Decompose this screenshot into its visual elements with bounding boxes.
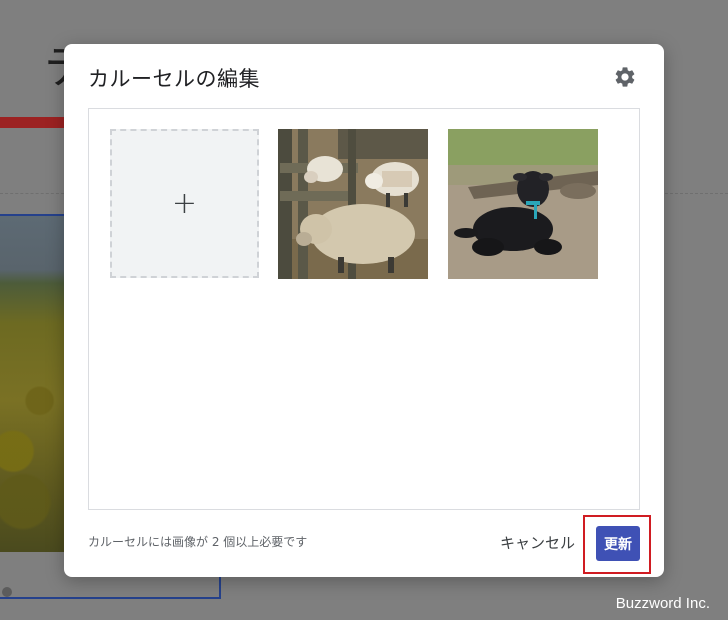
background-carousel-dot bbox=[2, 587, 12, 597]
carousel-image-black-lamb[interactable] bbox=[448, 129, 598, 279]
background-divider bbox=[0, 193, 64, 194]
plus-icon: + bbox=[171, 185, 198, 221]
dialog-title: カルーセルの編集 bbox=[88, 67, 260, 91]
gear-icon bbox=[615, 67, 635, 87]
update-button[interactable]: 更新 bbox=[596, 526, 640, 561]
add-image-button[interactable]: + bbox=[110, 129, 259, 278]
carousel-image-list: + bbox=[88, 108, 640, 510]
background-accent-bar bbox=[0, 117, 70, 128]
settings-button[interactable] bbox=[612, 64, 638, 90]
black-lamb-photo bbox=[448, 129, 598, 279]
edit-carousel-dialog: カルーセルの編集 + カルーセルには画像が 2 個以上必要です キャンセル 更新 bbox=[64, 44, 664, 577]
watermark: Buzzword Inc. bbox=[615, 595, 710, 612]
sheep-photo bbox=[278, 129, 428, 279]
minimum-images-note: カルーセルには画像が 2 個以上必要です bbox=[88, 535, 308, 549]
cancel-button[interactable]: キャンセル bbox=[500, 532, 575, 553]
carousel-image-sheep[interactable] bbox=[278, 129, 428, 279]
